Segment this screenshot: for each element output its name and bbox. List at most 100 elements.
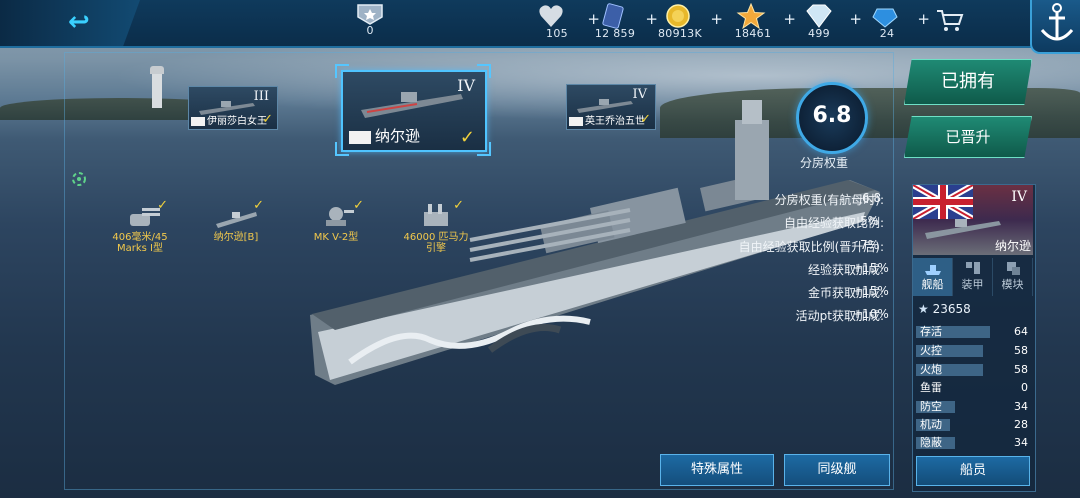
crosshair-icon[interactable]	[68, 168, 90, 190]
check-icon: ✓	[253, 198, 264, 213]
diamond-icon	[806, 4, 832, 28]
ship-card-king-george-v[interactable]: IV 英王乔治五世 ✓	[566, 84, 656, 130]
star-icon	[736, 3, 766, 29]
star-icon: ★	[918, 302, 929, 316]
attribute-label: 火炮	[920, 363, 942, 376]
card-icon	[602, 3, 624, 29]
attribute-label: 隐蔽	[920, 436, 942, 449]
panel-tabs: 舰船 装甲 模块	[913, 258, 1033, 296]
selection-corner	[477, 142, 491, 156]
ship-tier: III	[253, 89, 269, 104]
ship-name: 纳尔逊	[375, 127, 421, 145]
check-icon: ✓	[453, 198, 464, 213]
upgrade-fire-control[interactable]: ✓ MK V-2型	[296, 198, 376, 243]
combat-power: ★ 23658	[918, 302, 971, 316]
promoted-button[interactable]: 已晋升	[904, 116, 1032, 158]
tab-label: 装甲	[961, 278, 984, 291]
attribute-row: 火控 58	[916, 344, 1032, 358]
tab-label: 模块	[1001, 278, 1024, 291]
rating-label: 分房权重	[800, 156, 849, 170]
gold-coin-icon	[666, 4, 690, 28]
turret-icon	[130, 208, 160, 226]
crew-button[interactable]: 船员	[916, 456, 1030, 486]
ship-thumbnail	[361, 92, 463, 118]
upgrade-main-guns[interactable]: ✓ 406毫米/45 Marks I型	[100, 198, 180, 254]
attribute-row: 隐蔽 34	[916, 436, 1032, 450]
check-icon: ✓	[640, 112, 651, 127]
attribute-value: 0	[1021, 381, 1028, 394]
rank-value: 0	[366, 24, 374, 37]
ship-portrait: IV 纳尔逊	[913, 185, 1033, 255]
ship-thumbnail	[925, 219, 1001, 239]
shop-cart-icon[interactable]	[935, 8, 965, 34]
uk-flag-icon	[569, 117, 583, 126]
anchor-icon	[1040, 3, 1074, 41]
ship-card-nelson[interactable]: IV 纳尔逊 ✓	[341, 70, 487, 152]
ship-name: 伊丽莎白女王	[207, 116, 267, 127]
stat-value: 5%	[860, 214, 880, 228]
check-icon: ✓	[353, 198, 364, 213]
stat-value: +15%	[852, 284, 889, 298]
blue-gem-icon	[872, 8, 898, 28]
attribute-value: 58	[1014, 344, 1028, 357]
back-button[interactable]: ↩	[0, 0, 140, 46]
selection-corner	[477, 64, 491, 78]
upgrade-label: 406毫米/45 Marks I型	[112, 232, 168, 254]
resource-gem[interactable]: + 24	[842, 3, 932, 40]
ship-name: 纳尔逊	[994, 239, 1031, 253]
attribute-label: 存活	[920, 325, 942, 338]
fire-control-icon	[326, 207, 354, 226]
stat-value: 6.8	[862, 191, 882, 205]
attribute-label: 机动	[920, 418, 942, 431]
check-icon: ✓	[459, 127, 475, 148]
rank-badge-icon	[357, 4, 383, 25]
attribute-value: 28	[1014, 418, 1028, 431]
attribute-value: 64	[1014, 325, 1028, 338]
port-anchor-button[interactable]	[1030, 0, 1080, 54]
ship-tier: IV	[632, 87, 647, 102]
check-icon: ✓	[157, 198, 168, 213]
tab-armor[interactable]: 装甲	[953, 258, 993, 296]
combat-power-value: 23658	[932, 302, 971, 316]
back-arrow-icon: ↩	[68, 7, 90, 37]
tab-label: 舰船	[921, 278, 944, 291]
uk-flag-icon	[191, 117, 205, 126]
ship-card-queen-elizabeth[interactable]: III 伊丽莎白女王 ✓	[188, 86, 278, 130]
attribute-row: 存活 64	[916, 325, 1032, 339]
selection-corner	[335, 64, 349, 78]
engine-icon	[424, 204, 448, 226]
ship-tier: IV	[1011, 189, 1027, 205]
attribute-value: 34	[1014, 436, 1028, 449]
armor-icon	[965, 262, 980, 274]
ship-tier: IV	[457, 76, 475, 95]
upgrade-hull[interactable]: ✓ 纳尔逊[B]	[196, 198, 276, 243]
uk-flag-icon	[349, 131, 371, 144]
attribute-value: 58	[1014, 363, 1028, 376]
upgrade-label: 纳尔逊[B]	[213, 232, 259, 243]
upgrade-label: MK V-2型	[313, 232, 359, 243]
upgrade-engine[interactable]: ✓ 46000 匹马力 引擎	[396, 198, 476, 254]
rating-value: 6.8	[812, 103, 852, 128]
attribute-label: 防空	[920, 400, 942, 413]
check-icon: ✓	[262, 112, 273, 127]
ship-name: 英王乔治五世	[585, 116, 645, 127]
upgrade-label: 46000 匹马力 引擎	[403, 232, 469, 254]
attribute-row: 火炮 58	[916, 363, 1032, 377]
attribute-label: 鱼雷	[920, 381, 942, 394]
attribute-row: 机动 28	[916, 418, 1032, 432]
attribute-row: 鱼雷 0	[916, 381, 1032, 395]
stat-value: +15%	[852, 261, 889, 275]
stat-value: 7%	[860, 238, 880, 252]
same-tier-ships-button[interactable]: 同级舰	[784, 454, 890, 486]
owned-button[interactable]: 已拥有	[904, 59, 1032, 105]
hull-icon	[216, 212, 257, 228]
tab-ship[interactable]: 舰船	[913, 258, 953, 296]
ship-icon	[924, 265, 941, 275]
module-icon	[1006, 262, 1020, 275]
tab-module[interactable]: 模块	[993, 258, 1033, 296]
plus-icon: +	[917, 10, 930, 28]
attribute-value: 34	[1014, 400, 1028, 413]
uk-flag-icon	[913, 185, 973, 219]
attribute-row: 防空 34	[916, 400, 1032, 414]
special-attributes-button[interactable]: 特殊属性	[660, 454, 774, 486]
